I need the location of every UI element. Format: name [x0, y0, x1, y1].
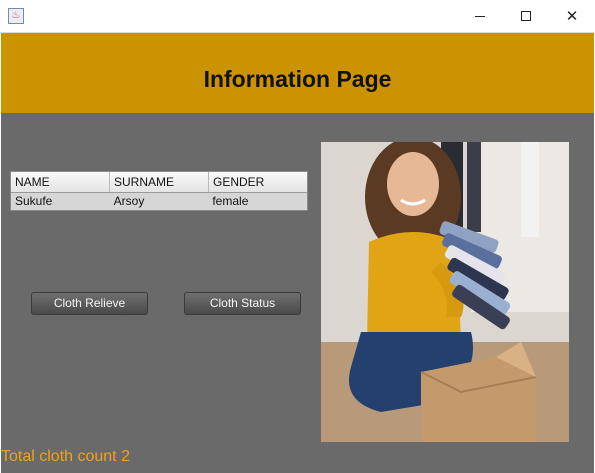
- table-header: NAME SURNAME GENDER: [11, 172, 307, 193]
- content-panel: Information Page NAME SURNAME GENDER Suk…: [1, 33, 594, 473]
- cell-surname[interactable]: Arsoy: [110, 193, 209, 210]
- minimize-button[interactable]: [457, 0, 503, 32]
- java-cup-icon: ♨: [8, 8, 24, 24]
- page-title: Information Page: [203, 65, 392, 92]
- photo-illustration: [321, 142, 569, 442]
- header-banner: Information Page: [1, 33, 594, 113]
- info-table[interactable]: NAME SURNAME GENDER Sukufe Arsoy female: [10, 171, 308, 211]
- close-icon: ✕: [565, 7, 579, 25]
- close-button[interactable]: ✕: [549, 0, 595, 32]
- total-cloth-count-label: Total cloth count 2: [1, 448, 130, 465]
- cell-gender[interactable]: female: [208, 193, 307, 210]
- column-header-name[interactable]: NAME: [11, 172, 110, 192]
- title-bar: ♨ ✕: [0, 0, 595, 33]
- maximize-button[interactable]: [503, 0, 549, 32]
- cloth-status-button[interactable]: Cloth Status: [184, 292, 301, 315]
- maximize-icon: [521, 11, 531, 21]
- column-header-gender[interactable]: GENDER: [209, 172, 307, 192]
- woman-folding-clothes-photo: [321, 142, 569, 442]
- column-header-surname[interactable]: SURNAME: [110, 172, 209, 192]
- cell-name[interactable]: Sukufe: [11, 193, 110, 210]
- cloth-relieve-button[interactable]: Cloth Relieve: [31, 292, 148, 315]
- table-row[interactable]: Sukufe Arsoy female: [11, 193, 307, 210]
- minimize-icon: [475, 16, 485, 17]
